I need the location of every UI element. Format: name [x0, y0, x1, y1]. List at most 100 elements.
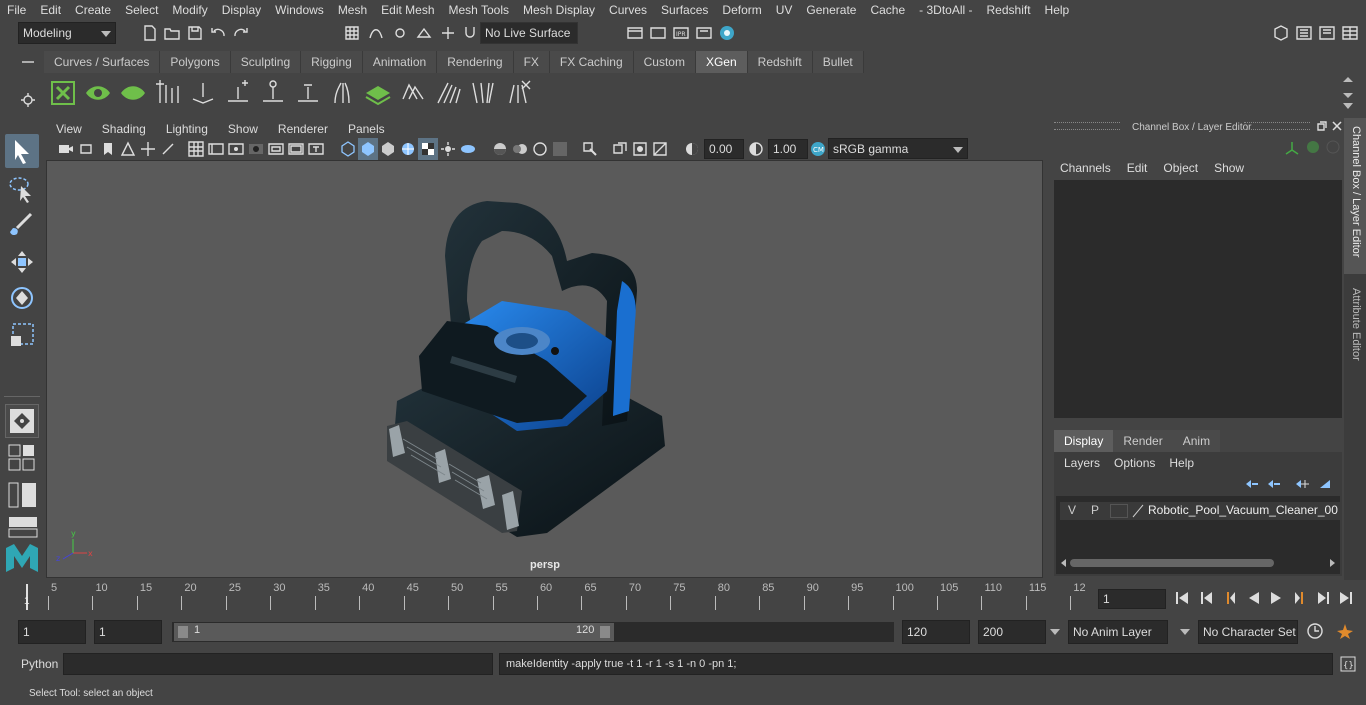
- tab-rendering[interactable]: Rendering: [437, 51, 514, 73]
- groom-tool-icon[interactable]: [399, 79, 427, 107]
- gamma-icon[interactable]: [748, 141, 764, 157]
- 2d-pan-icon[interactable]: [140, 141, 156, 157]
- viewport-menu-panels[interactable]: Panels: [338, 122, 395, 136]
- snap-curve-icon[interactable]: [368, 25, 384, 41]
- tab-fx-caching[interactable]: FX Caching: [549, 51, 634, 73]
- use-all-lights-icon[interactable]: [440, 141, 456, 157]
- move-layer-down-icon[interactable]: [1266, 478, 1282, 490]
- command-language-label[interactable]: Python: [21, 657, 58, 671]
- menu-surfaces[interactable]: Surfaces: [654, 0, 715, 20]
- tab-xgen[interactable]: XGen: [695, 51, 748, 73]
- gear-icon[interactable]: [20, 92, 36, 108]
- animation-start-field[interactable]: 1: [18, 620, 86, 644]
- menu-modify[interactable]: Modify: [165, 0, 214, 20]
- ipr-render-icon[interactable]: IPR: [673, 25, 689, 41]
- layer-scrollbar[interactable]: [1060, 558, 1336, 568]
- play-backwards-icon[interactable]: [1246, 590, 1262, 606]
- redo-icon[interactable]: [233, 25, 249, 41]
- tab-anim[interactable]: Anim: [1172, 430, 1221, 452]
- menu-mesh-tools[interactable]: Mesh Tools: [442, 0, 516, 20]
- tab-animation[interactable]: Animation: [362, 51, 438, 73]
- range-slider-handle[interactable]: 1 120: [174, 623, 614, 641]
- auto-key-icon[interactable]: [1306, 622, 1324, 640]
- undo-icon[interactable]: [210, 25, 226, 41]
- field-chart-icon[interactable]: [268, 141, 284, 157]
- menu-display[interactable]: Display: [215, 0, 268, 20]
- tab-custom[interactable]: Custom: [633, 51, 696, 73]
- speed-icon[interactable]: [1306, 140, 1320, 154]
- menu-redshift[interactable]: Redshift: [980, 0, 1038, 20]
- workspace-icon[interactable]: [1273, 25, 1289, 41]
- menu-mesh-display[interactable]: Mesh Display: [516, 0, 602, 20]
- anim-layer-select[interactable]: No Anim Layer: [1068, 620, 1168, 644]
- menu-show[interactable]: Show: [1214, 161, 1244, 175]
- xray-joints-icon[interactable]: [632, 141, 648, 157]
- lasso-tool[interactable]: [5, 172, 39, 206]
- chevron-down-icon[interactable]: [1050, 629, 1060, 635]
- layer-playback-toggle[interactable]: P: [1087, 503, 1103, 517]
- close-icon[interactable]: [1331, 120, 1343, 132]
- scroll-left-icon[interactable]: [1060, 558, 1068, 568]
- new-layer-from-selection-icon[interactable]: [1318, 478, 1334, 490]
- sculpt-guide-icon[interactable]: [259, 79, 287, 107]
- depth-of-field-icon[interactable]: [552, 141, 568, 157]
- scroll-thumb[interactable]: [1070, 559, 1274, 567]
- menu-file[interactable]: File: [0, 0, 33, 20]
- screen-space-ao-icon[interactable]: [492, 141, 508, 157]
- tab-bullet[interactable]: Bullet: [812, 51, 864, 73]
- scale-tool[interactable]: [5, 318, 39, 352]
- menu-layers[interactable]: Layers: [1064, 456, 1100, 470]
- menu-help[interactable]: Help: [1038, 0, 1077, 20]
- range-slider[interactable]: 1 120: [172, 622, 894, 642]
- color-management-icon[interactable]: CM: [810, 141, 826, 157]
- image-plane-icon[interactable]: [120, 141, 136, 157]
- live-surface-field[interactable]: No Live Surface: [480, 22, 578, 44]
- step-forward-frame-icon[interactable]: [1292, 590, 1308, 606]
- timeline-layout[interactable]: [8, 516, 38, 538]
- shelf-scroll[interactable]: [1342, 75, 1354, 113]
- step-back-frame-icon[interactable]: [1222, 590, 1238, 606]
- camera-attributes-icon[interactable]: [80, 141, 96, 157]
- rotate-tool[interactable]: [5, 281, 39, 315]
- menu-edit[interactable]: Edit: [1127, 161, 1148, 175]
- menu-icon[interactable]: [20, 54, 36, 70]
- safe-title-icon[interactable]: [308, 141, 324, 157]
- perspective-viewport[interactable]: x y z persp: [46, 160, 1043, 578]
- layer-type-toggle[interactable]: [1110, 504, 1128, 518]
- render-settings-icon[interactable]: [627, 25, 643, 41]
- xgen-primitive-icon[interactable]: [119, 79, 147, 107]
- menu-mesh[interactable]: Mesh: [331, 0, 374, 20]
- safe-action-icon[interactable]: [288, 141, 304, 157]
- default-material-icon[interactable]: [380, 141, 396, 157]
- new-layer-icon[interactable]: [1294, 478, 1310, 490]
- tab-curves-surfaces[interactable]: Curves / Surfaces: [44, 51, 161, 73]
- character-set-select[interactable]: No Character Set: [1198, 620, 1298, 644]
- place-guide-icon[interactable]: [189, 79, 217, 107]
- scroll-right-icon[interactable]: [1328, 558, 1336, 568]
- command-input[interactable]: [63, 653, 493, 675]
- gamma-field[interactable]: 1.00: [768, 139, 808, 159]
- playback-end-field[interactable]: 120: [902, 620, 970, 644]
- tab-fx[interactable]: FX: [513, 51, 550, 73]
- xgen-editor-icon[interactable]: [49, 79, 77, 107]
- layer-color-icon[interactable]: [1132, 504, 1144, 518]
- menu-help[interactable]: Help: [1169, 456, 1194, 470]
- render-view-icon[interactable]: [719, 25, 735, 41]
- viewport-menu-view[interactable]: View: [46, 122, 92, 136]
- gate-mask-icon[interactable]: [248, 141, 264, 157]
- script-editor-icon[interactable]: {}: [1339, 655, 1357, 673]
- exposure-field[interactable]: 0.00: [704, 139, 744, 159]
- side-tab-attribute-editor[interactable]: Attribute Editor: [1344, 278, 1366, 378]
- xgen-preview-icon[interactable]: [84, 79, 112, 107]
- bookmark-icon[interactable]: [100, 141, 116, 157]
- panel-grip[interactable]: [1244, 122, 1310, 130]
- camera-icon[interactable]: [58, 141, 74, 157]
- side-tab-channel-box[interactable]: Channel Box / Layer Editor: [1344, 118, 1366, 274]
- motion-blur-icon[interactable]: [512, 141, 528, 157]
- menu-cache[interactable]: Cache: [863, 0, 912, 20]
- mode-selector[interactable]: Modeling: [18, 22, 116, 44]
- select-tool[interactable]: [5, 134, 39, 168]
- snap-view-plane-icon[interactable]: [416, 25, 432, 41]
- playback-start-field[interactable]: 1: [94, 620, 162, 644]
- tab-polygons[interactable]: Polygons: [160, 51, 231, 73]
